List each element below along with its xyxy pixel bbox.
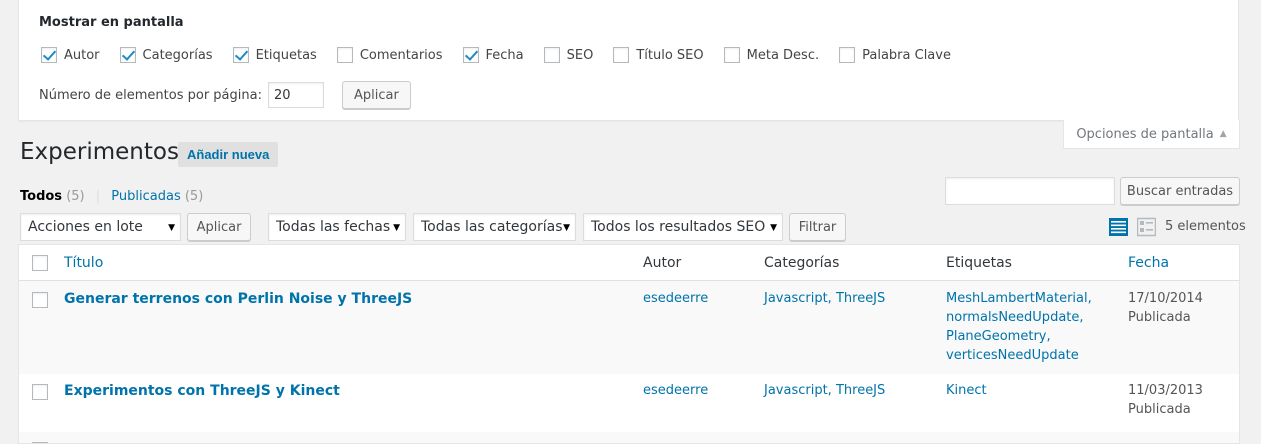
post-tags: MeshLambertMaterial, normalsNeedUpdate, … (946, 289, 1092, 365)
filter-published-count: (5) (184, 189, 204, 204)
filter-published[interactable]: Publicadas (111, 189, 180, 204)
caret-down-icon: ▼ (168, 223, 175, 233)
table-row (19, 432, 1239, 443)
column-toggles: Autor Categorías Etiquetas Comentarios F… (41, 46, 971, 64)
post-title-link[interactable]: Generar terrenos con Perlin Noise y Thre… (64, 291, 412, 307)
post-categories[interactable]: Javascript, ThreeJS (764, 381, 885, 400)
posts-table: Título Autor Categorías Etiquetas Fecha … (18, 244, 1240, 444)
filter-all-count: (5) (66, 189, 85, 204)
toggle-author[interactable]: Autor (41, 47, 100, 63)
caret-down-icon: ▼ (770, 223, 777, 233)
checkbox[interactable] (543, 47, 560, 63)
toggle-categories[interactable]: Categorías (119, 47, 213, 63)
checkbox[interactable] (336, 47, 353, 63)
column-date-header[interactable]: Fecha (1128, 255, 1169, 271)
tag-link[interactable]: Kinect (946, 381, 987, 400)
column-categories-header: Categorías (764, 255, 840, 271)
column-author-header: Autor (643, 255, 682, 271)
search-button[interactable]: Buscar entradas (1120, 177, 1240, 205)
select-all-checkbox[interactable] (32, 255, 48, 271)
screen-options-panel: Mostrar en pantalla Autor Categorías Eti… (18, 0, 1239, 121)
toggle-date[interactable]: Fecha (462, 47, 524, 63)
column-title-header[interactable]: Título (64, 255, 103, 271)
caret-down-icon: ▼ (393, 223, 400, 233)
items-count: 5 elementos (1165, 219, 1246, 234)
post-date-value: 11/03/2013 (1128, 383, 1203, 398)
post-author-link[interactable]: esedeerre (643, 381, 708, 400)
screen-options-tab[interactable]: Opciones de pantalla ▲ (1063, 120, 1240, 149)
checkbox[interactable] (613, 47, 630, 63)
per-page-row: Número de elementos por página: Aplicar (39, 81, 411, 109)
checkbox[interactable] (232, 47, 249, 63)
toggle-label: Meta Desc. (746, 47, 820, 63)
caret-down-icon: ▼ (563, 223, 570, 233)
screen-options-title: Mostrar en pantalla (39, 15, 184, 30)
list-view-icon[interactable] (1109, 217, 1128, 237)
toggle-label: Etiquetas (255, 47, 317, 63)
post-author-link[interactable]: esedeerre (643, 289, 708, 308)
post-status: Publicada (1128, 402, 1191, 417)
triangle-up-icon: ▲ (1219, 129, 1227, 139)
row-checkbox[interactable] (32, 384, 48, 400)
tag-link[interactable]: PlaneGeometry, (946, 327, 1092, 346)
screen-options-apply-button[interactable]: Aplicar (341, 81, 411, 109)
column-tags-header: Etiquetas (946, 255, 1012, 271)
toggle-keyword[interactable]: Palabra Clave (839, 47, 951, 63)
table-row: Generar terrenos con Perlin Noise y Thre… (19, 281, 1239, 374)
search-input[interactable] (945, 177, 1115, 205)
dates-value: Todas las fechas (276, 219, 391, 235)
categories-select[interactable]: Todas las categorías ▼ (413, 213, 576, 241)
toggle-label: Categorías (142, 47, 213, 63)
per-page-label: Número de elementos por página: (39, 87, 262, 103)
checkbox[interactable] (839, 47, 856, 63)
filter-button[interactable]: Filtrar (789, 213, 846, 241)
tag-link[interactable]: verticesNeedUpdate (946, 346, 1092, 365)
add-new-button[interactable]: Añadir nueva (178, 142, 279, 167)
bulk-apply-button[interactable]: Aplicar (187, 213, 251, 241)
post-date: 11/03/2013 Publicada (1128, 381, 1203, 419)
post-status: Publicada (1128, 310, 1191, 325)
status-filters: Todos (5) | Publicadas (5) (20, 189, 203, 204)
seo-select[interactable]: Todos los resultados SEO ▼ (583, 213, 783, 241)
screen-options-tab-label: Opciones de pantalla (1076, 126, 1214, 142)
toggle-label: Autor (64, 47, 100, 63)
table-row: Experimentos con ThreeJS y Kinect esedee… (19, 374, 1239, 432)
post-date: 17/10/2014 Publicada (1128, 289, 1203, 327)
toggle-seo[interactable]: SEO (543, 47, 594, 63)
seo-value: Todos los resultados SEO (591, 219, 766, 235)
bulk-actions-value: Acciones en lote (28, 219, 143, 235)
post-categories[interactable]: Javascript, ThreeJS (764, 289, 885, 308)
checkbox[interactable] (41, 47, 57, 63)
toggle-seo-title[interactable]: Título SEO (613, 47, 704, 63)
filter-separator: | (95, 189, 101, 204)
filter-all[interactable]: Todos (20, 189, 62, 204)
toggle-tags[interactable]: Etiquetas (232, 47, 317, 63)
toggle-label: Palabra Clave (862, 47, 951, 63)
tag-link[interactable]: MeshLambertMaterial, (946, 289, 1092, 308)
toggle-label: SEO (566, 47, 594, 63)
checkbox[interactable] (723, 47, 740, 63)
post-date-value: 17/10/2014 (1128, 291, 1203, 306)
tag-link[interactable]: normalsNeedUpdate, (946, 308, 1092, 327)
table-header: Título Autor Categorías Etiquetas Fecha (19, 245, 1239, 281)
checkbox[interactable] (119, 47, 136, 63)
dates-select[interactable]: Todas las fechas ▼ (268, 213, 406, 241)
checkbox[interactable] (462, 47, 479, 63)
post-title-link[interactable]: Experimentos con ThreeJS y Kinect (64, 383, 340, 399)
per-page-input[interactable] (267, 82, 324, 108)
post-tags: Kinect (946, 381, 987, 400)
toggle-label: Título SEO (636, 47, 704, 63)
categories-value: Todas las categorías (421, 219, 563, 235)
toggle-label: Comentarios (359, 47, 443, 63)
excerpt-view-icon[interactable] (1137, 217, 1156, 237)
toggle-comments[interactable]: Comentarios (336, 47, 443, 63)
toggle-meta-desc[interactable]: Meta Desc. (723, 47, 820, 63)
bulk-actions-select[interactable]: Acciones en lote ▼ (20, 213, 181, 241)
page-title: Experimentos (20, 139, 179, 165)
toggle-label: Fecha (485, 47, 524, 63)
row-checkbox[interactable] (32, 292, 48, 308)
